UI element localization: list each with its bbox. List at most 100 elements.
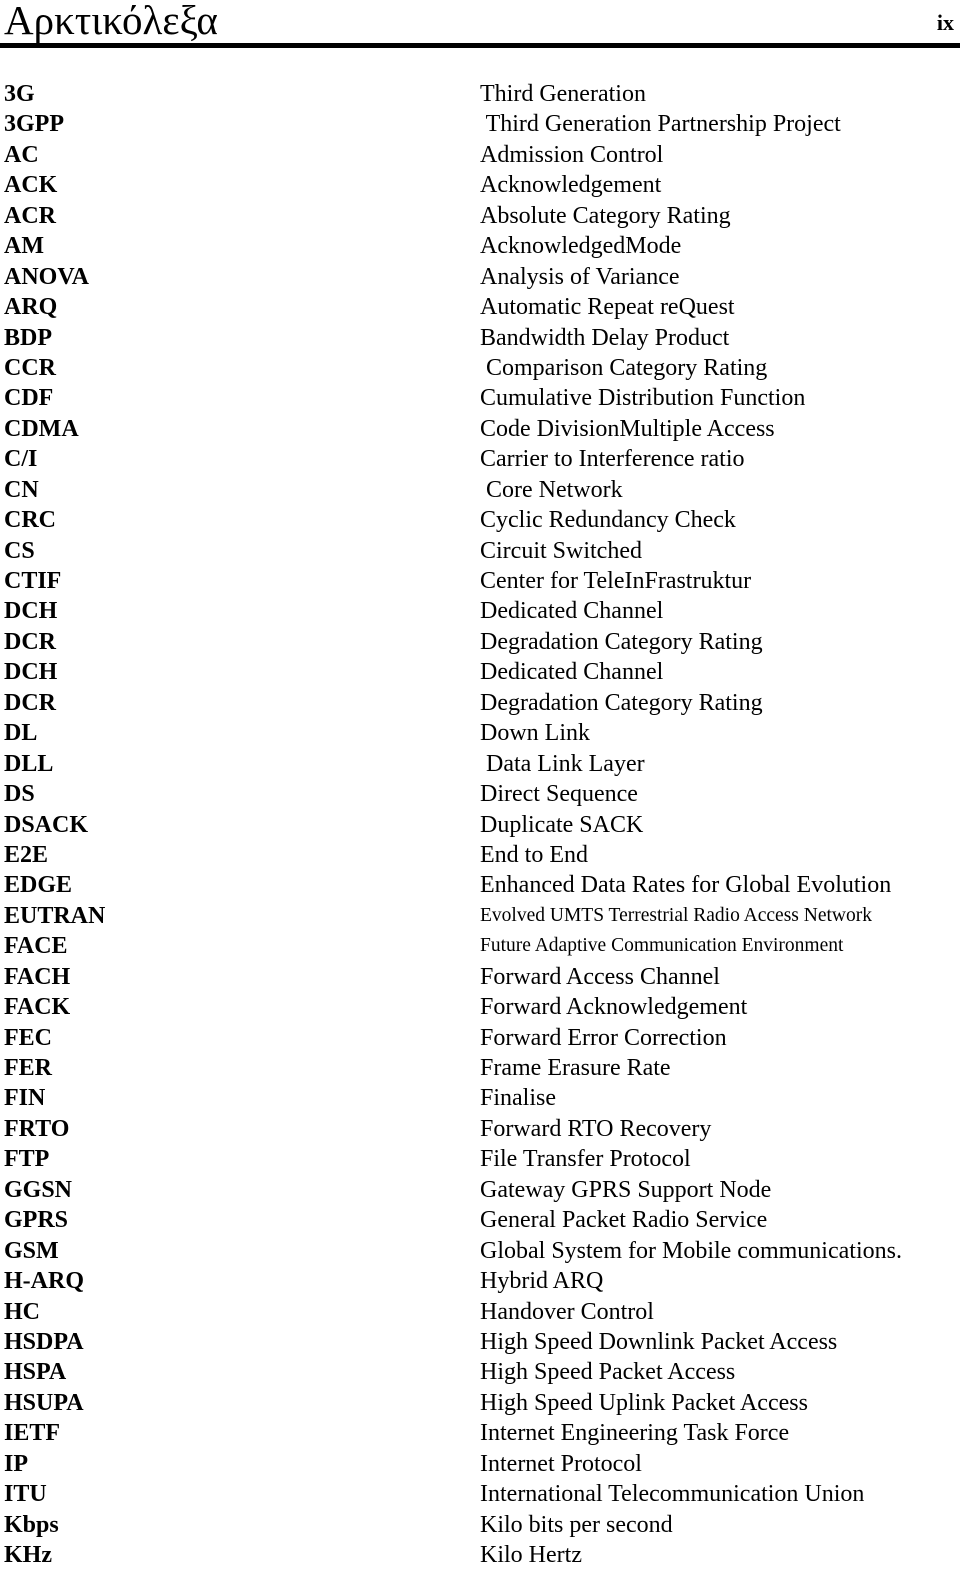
abbreviation-term: E2E [4,841,49,868]
abbreviation-term: 3GPP [4,111,64,138]
abbreviation-definition: Cumulative Distribution Function [480,385,806,412]
glossary-row: DL Down Link [0,718,960,748]
abbreviation-term: FRTO [4,1115,70,1142]
abbreviation-term: DSACK [4,811,89,838]
abbreviation-definition: Duplicate SACK [480,811,644,838]
abbreviation-definition: Evolved UMTS Terrestrial Radio Access Ne… [480,904,872,926]
glossary-row: AM AcknowledgedMode [0,231,960,261]
abbreviation-definition: Dedicated Channel [480,659,664,686]
abbreviation-definition: Finalise [480,1085,556,1112]
glossary-row: FIN Finalise [0,1083,960,1113]
abbreviation-definition: Handover Control [480,1298,654,1325]
abbreviation-definition: Circuit Switched [480,537,642,564]
glossary-row: FACH Forward Access Channel [0,962,960,992]
abbreviation-term: GSM [4,1237,59,1264]
glossary-row: HSDPA High Speed Downlink Packet Access [0,1327,960,1357]
glossary-row: FACE Future Adaptive Communication Enviro… [0,931,960,961]
abbreviation-term: EDGE [4,872,73,899]
abbreviation-term: IP [4,1450,28,1477]
abbreviation-definition: High Speed Uplink Packet Access [480,1389,808,1416]
page-header: Αρκτικόλεξα ix [0,0,960,50]
glossary-row: 3GPP Third Generation Partnership Projec… [0,109,960,139]
abbreviation-definition: Cyclic Redundancy Check [480,507,736,534]
glossary-row: 3G Third Generation [0,79,960,109]
abbreviation-term: DL [4,720,38,747]
abbreviation-term: IETF [4,1420,61,1447]
glossary-row: C/I Carrier to Interference ratio [0,444,960,474]
abbreviation-term: EUTRAN [4,902,106,929]
abbreviation-definition: Bandwidth Delay Product [480,324,730,351]
abbreviation-definition: International Telecommunication Union [480,1481,865,1508]
abbreviation-definition: Degradation Category Rating [480,689,763,716]
abbreviation-definition: Carrier to Interference ratio [480,446,745,473]
abbreviation-term: HSDPA [4,1328,84,1355]
glossary-row: DCH Dedicated Channel [0,657,960,687]
glossary-row: IETF Internet Engineering Task Force [0,1418,960,1448]
abbreviation-term: DS [4,781,35,808]
abbreviation-definition: General Packet Radio Service [480,1207,768,1234]
abbreviation-list: 3G Third Generation 3GPP Third Generation … [0,79,960,1570]
page-number: ix [936,10,954,35]
glossary-row: H-ARQ Hybrid ARQ [0,1266,960,1296]
abbreviation-term: AM [4,233,44,260]
abbreviation-term: GPRS [4,1207,69,1234]
glossary-row: FEC Forward Error Correction [0,1023,960,1053]
abbreviation-definition: Comparison Category Rating [480,354,768,381]
abbreviation-term: CDMA [4,415,79,442]
abbreviation-term: 3G [4,81,35,107]
abbreviation-definition: Forward Error Correction [480,1024,727,1051]
abbreviation-definition: End to End [480,841,588,868]
glossary-row: GGSN Gateway GPRS Support Node [0,1175,960,1205]
abbreviation-term: HSUPA [4,1389,84,1416]
abbreviation-definition: Acknowledgement [480,172,662,199]
abbreviation-definition: Future Adaptive Communication Environmen… [480,935,844,957]
glossary-row: IP Internet Protocol [0,1449,960,1479]
abbreviation-definition: Degradation Category Rating [480,628,763,655]
glossary-row: EDGE Enhanced Data Rates for Global Evolu… [0,870,960,900]
abbreviation-definition: Center for TeleInFrastruktur [480,568,752,594]
page-title: Αρκτικόλεξα [4,0,218,43]
glossary-row: CN Core Network [0,475,960,505]
abbreviation-definition: Core Network [480,476,623,503]
glossary-row: GPRS General Packet Radio Service [0,1205,960,1235]
abbreviation-term: BDP [4,324,52,351]
glossary-row: HSPA High Speed Packet Access [0,1357,960,1387]
abbreviation-definition: Down Link [480,720,590,747]
glossary-row: KHz Kilo Hertz [0,1540,960,1570]
glossary-row: ITU International Telecommunication Union [0,1479,960,1509]
abbreviation-term: HC [4,1298,40,1325]
abbreviation-definition: Enhanced Data Rates for Global Evolution [480,872,892,899]
glossary-row: FRTO Forward RTO Recovery [0,1114,960,1144]
glossary-row: BDP Bandwidth Delay Product [0,323,960,353]
abbreviation-definition: High Speed Packet Access [480,1359,736,1386]
glossary-row: DCH Dedicated Channel [0,596,960,626]
abbreviation-definition: Forward Access Channel [480,963,720,990]
glossary-row: CTIF Center for TeleInFrastruktur [0,566,960,596]
abbreviation-term: CN [4,476,39,503]
abbreviation-term: GGSN [4,1176,73,1203]
glossary-row: E2E End to End [0,840,960,870]
abbreviation-term: ITU [4,1481,47,1508]
abbreviation-term: CDF [4,385,54,412]
abbreviation-definition: Analysis of Variance [480,263,680,290]
glossary-row: CDF Cumulative Distribution Function [0,383,960,413]
glossary-row: DS Direct Sequence [0,779,960,809]
abbreviation-definition: Third Generation [480,81,646,107]
abbreviation-definition: Forward Acknowledgement [480,994,748,1021]
glossary-row: EUTRAN Evolved UMTS Terrestrial Radio Acc… [0,901,960,931]
abbreviation-term: FTP [4,1146,50,1173]
abbreviation-definition: Absolute Category Rating [480,202,731,229]
abbreviation-term: FACK [4,994,71,1021]
abbreviation-term: DCR [4,628,56,655]
glossary-row: FER Frame Erasure Rate [0,1053,960,1083]
glossary-row: GSM Global System for Mobile communicatio… [0,1236,960,1266]
abbreviation-term: CCR [4,354,56,381]
glossary-row: CDMA Code DivisionMultiple Access [0,414,960,444]
abbreviation-term: DLL [4,750,54,777]
abbreviation-term: ANOVA [4,263,89,290]
abbreviation-definition: Forward RTO Recovery [480,1115,712,1142]
abbreviation-term: CRC [4,507,56,534]
abbreviation-definition: AcknowledgedMode [480,233,682,260]
abbreviation-term: HSPA [4,1359,67,1386]
abbreviation-definition: Kilo bits per second [480,1511,673,1538]
